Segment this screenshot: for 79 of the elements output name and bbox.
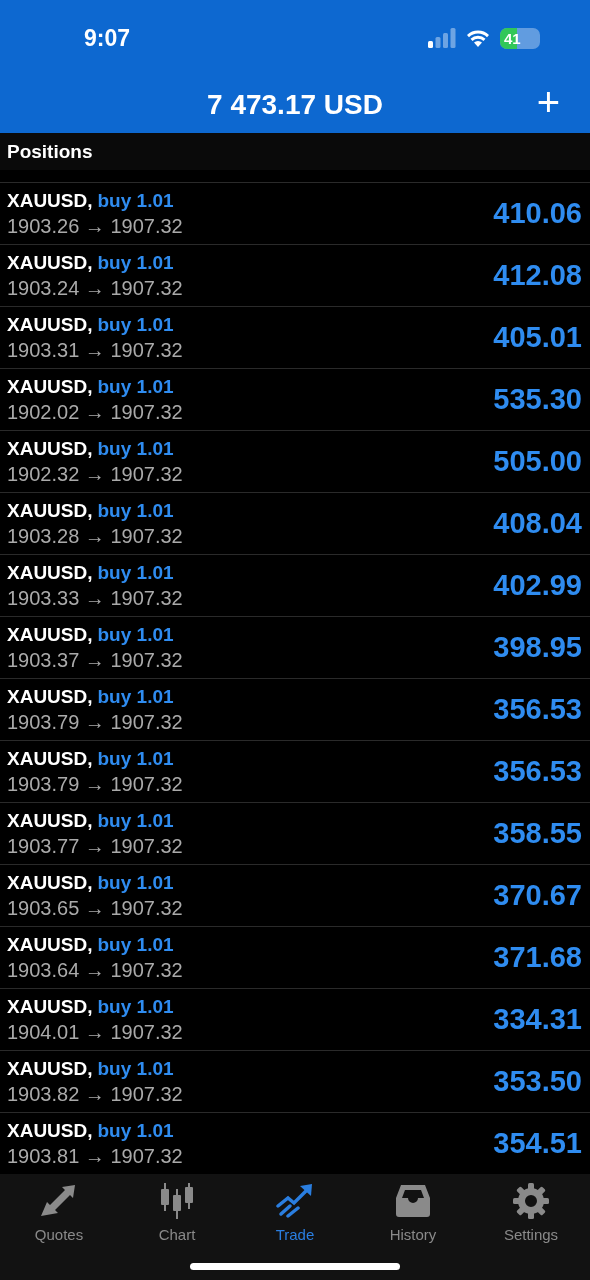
symbol-label: XAUUSD, (7, 809, 93, 832)
price-range: 1903.33 → 1907.32 (7, 586, 183, 610)
symbol-label: XAUUSD, (7, 313, 93, 336)
settings-icon (513, 1183, 549, 1219)
order-label: buy 1.01 (97, 313, 174, 336)
profit-value: 356.53 (493, 693, 582, 726)
price-range: 1903.26 → 1907.32 (7, 214, 183, 238)
price-range: 1903.79 → 1907.32 (7, 772, 183, 796)
order-label: buy 1.01 (97, 499, 174, 522)
status-time: 9:07 (84, 24, 131, 52)
signal-icon (428, 28, 456, 48)
price-range: 1903.79 → 1907.32 (7, 710, 183, 734)
price-range: 1903.77 → 1907.32 (7, 834, 183, 858)
section-title: Positions (7, 140, 93, 163)
symbol-label: XAUUSD, (7, 871, 93, 894)
account-balance: 7 473.17 USD (207, 88, 383, 121)
profit-value: 358.55 (493, 817, 582, 850)
profit-value: 402.99 (493, 569, 582, 602)
symbol-label: XAUUSD, (7, 437, 93, 460)
symbol-label: XAUUSD, (7, 995, 93, 1018)
profit-value: 353.50 (493, 1065, 582, 1098)
symbol-label: XAUUSD, (7, 189, 93, 212)
price-range: 1903.65 → 1907.32 (7, 896, 183, 920)
symbol-label: XAUUSD, (7, 561, 93, 584)
tab-button[interactable]: Settings (472, 1182, 590, 1243)
price-range: 1903.31 → 1907.32 (7, 338, 183, 362)
inbox-icon (395, 1184, 431, 1218)
order-label: buy 1.01 (97, 933, 174, 956)
profit-value: 408.04 (493, 507, 582, 540)
profit-value: 356.53 (493, 755, 582, 788)
tab-button[interactable]: Quotes (0, 1182, 118, 1243)
price-range: 1903.37 → 1907.32 (7, 648, 183, 672)
price-range: 1902.02 → 1907.32 (7, 400, 183, 424)
order-label: buy 1.01 (97, 809, 174, 832)
add-button[interactable]: + (536, 82, 560, 122)
symbol-label: XAUUSD, (7, 1057, 93, 1080)
order-label: buy 1.01 (97, 561, 174, 584)
profit-value: 371.68 (493, 941, 582, 974)
order-label: buy 1.01 (97, 251, 174, 274)
profit-value: 535.30 (493, 383, 582, 416)
symbol-label: XAUUSD, (7, 251, 93, 274)
profit-value: 370.67 (493, 879, 582, 912)
wifi-icon (466, 29, 490, 47)
symbol-label: XAUUSD, (7, 623, 93, 646)
symbol-label: XAUUSD, (7, 499, 93, 522)
tab-button[interactable]: Trade (236, 1182, 354, 1243)
symbol-label: XAUUSD, (7, 933, 93, 956)
profit-value: 412.08 (493, 259, 582, 292)
tab-button[interactable]: History (354, 1182, 472, 1243)
candlestick-icon (158, 1183, 196, 1219)
profit-value: 405.01 (493, 321, 582, 354)
profit-value: 334.31 (493, 1003, 582, 1036)
price-range: 1904.01 → 1907.32 (7, 1020, 183, 1044)
profit-value: 354.51 (493, 1127, 582, 1160)
price-range: 1903.24 → 1907.32 (7, 276, 183, 300)
symbol-label: XAUUSD, (7, 747, 93, 770)
order-label: buy 1.01 (97, 189, 174, 212)
profit-value: 410.06 (493, 197, 582, 230)
order-label: buy 1.01 (97, 437, 174, 460)
symbol-label: XAUUSD, (7, 375, 93, 398)
order-label: buy 1.01 (97, 685, 174, 708)
profit-value: 398.95 (493, 631, 582, 664)
order-label: buy 1.01 (97, 747, 174, 770)
price-range: 1903.81 → 1907.32 (7, 1144, 183, 1168)
order-label: buy 1.01 (97, 1119, 174, 1142)
symbol-label: XAUUSD, (7, 1119, 93, 1142)
tab-button[interactable]: Chart (118, 1182, 236, 1243)
price-range: 1903.28 → 1907.32 (7, 524, 183, 548)
price-range: 1902.32 → 1907.32 (7, 462, 183, 486)
order-label: buy 1.01 (97, 375, 174, 398)
order-label: buy 1.01 (97, 1057, 174, 1080)
price-range: 1903.82 → 1907.32 (7, 1082, 183, 1106)
order-label: buy 1.01 (97, 871, 174, 894)
symbol-label: XAUUSD, (7, 685, 93, 708)
trend-arrow-icon (276, 1184, 314, 1218)
profit-value: 505.00 (493, 445, 582, 478)
order-label: buy 1.01 (97, 623, 174, 646)
order-label: buy 1.01 (97, 995, 174, 1018)
price-range: 1903.64 → 1907.32 (7, 958, 183, 982)
